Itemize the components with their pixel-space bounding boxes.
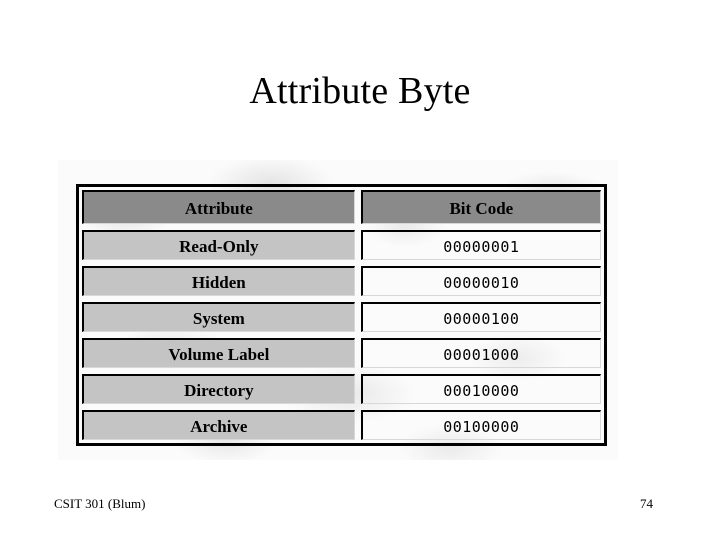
- cell-attribute: Directory: [79, 371, 358, 407]
- cell-attribute: Archive: [79, 407, 358, 443]
- attribute-name: System: [82, 302, 355, 332]
- header-cell-bit-code: Bit Code: [358, 187, 604, 227]
- cell-bit-code: 00010000: [358, 371, 604, 407]
- bit-code-value: 00000100: [360, 302, 601, 332]
- cell-bit-code: 00100000: [358, 407, 604, 443]
- attribute-name: Volume Label: [82, 338, 355, 368]
- table-row: System 00000100: [79, 299, 604, 335]
- cell-bit-code: 00001000: [358, 335, 604, 371]
- table-header-row: Attribute Bit Code: [79, 187, 604, 227]
- attribute-byte-table: Attribute Bit Code Read-Only 00000001 Hi…: [76, 184, 607, 446]
- attribute-name: Directory: [82, 374, 355, 404]
- bit-code-value: 00100000: [360, 410, 601, 440]
- footer-page-number: 74: [640, 496, 653, 511]
- attribute-name: Hidden: [82, 266, 355, 296]
- cell-attribute: Read-Only: [79, 227, 358, 263]
- header-label-bit-code: Bit Code: [360, 190, 601, 224]
- bit-code-value: 00001000: [360, 338, 601, 368]
- attribute-name: Archive: [82, 410, 355, 440]
- cell-bit-code: 00000100: [358, 299, 604, 335]
- table-row: Read-Only 00000001: [79, 227, 604, 263]
- cell-attribute: System: [79, 299, 358, 335]
- cell-attribute: Volume Label: [79, 335, 358, 371]
- table-row: Archive 00100000: [79, 407, 604, 443]
- bit-code-value: 00000001: [360, 230, 601, 260]
- table-row: Directory 00010000: [79, 371, 604, 407]
- cell-bit-code: 00000001: [358, 227, 604, 263]
- header-cell-attribute: Attribute: [79, 187, 358, 227]
- attribute-byte-figure: Attribute Bit Code Read-Only 00000001 Hi…: [58, 160, 618, 460]
- table-row: Hidden 00000010: [79, 263, 604, 299]
- footer-course-label: CSIT 301 (Blum): [54, 496, 146, 511]
- cell-attribute: Hidden: [79, 263, 358, 299]
- cell-bit-code: 00000010: [358, 263, 604, 299]
- attribute-name: Read-Only: [82, 230, 355, 260]
- page-title: Attribute Byte: [249, 70, 471, 112]
- bit-code-value: 00000010: [360, 266, 601, 296]
- table-row: Volume Label 00001000: [79, 335, 604, 371]
- header-label-attribute: Attribute: [82, 190, 355, 224]
- bit-code-value: 00010000: [360, 374, 601, 404]
